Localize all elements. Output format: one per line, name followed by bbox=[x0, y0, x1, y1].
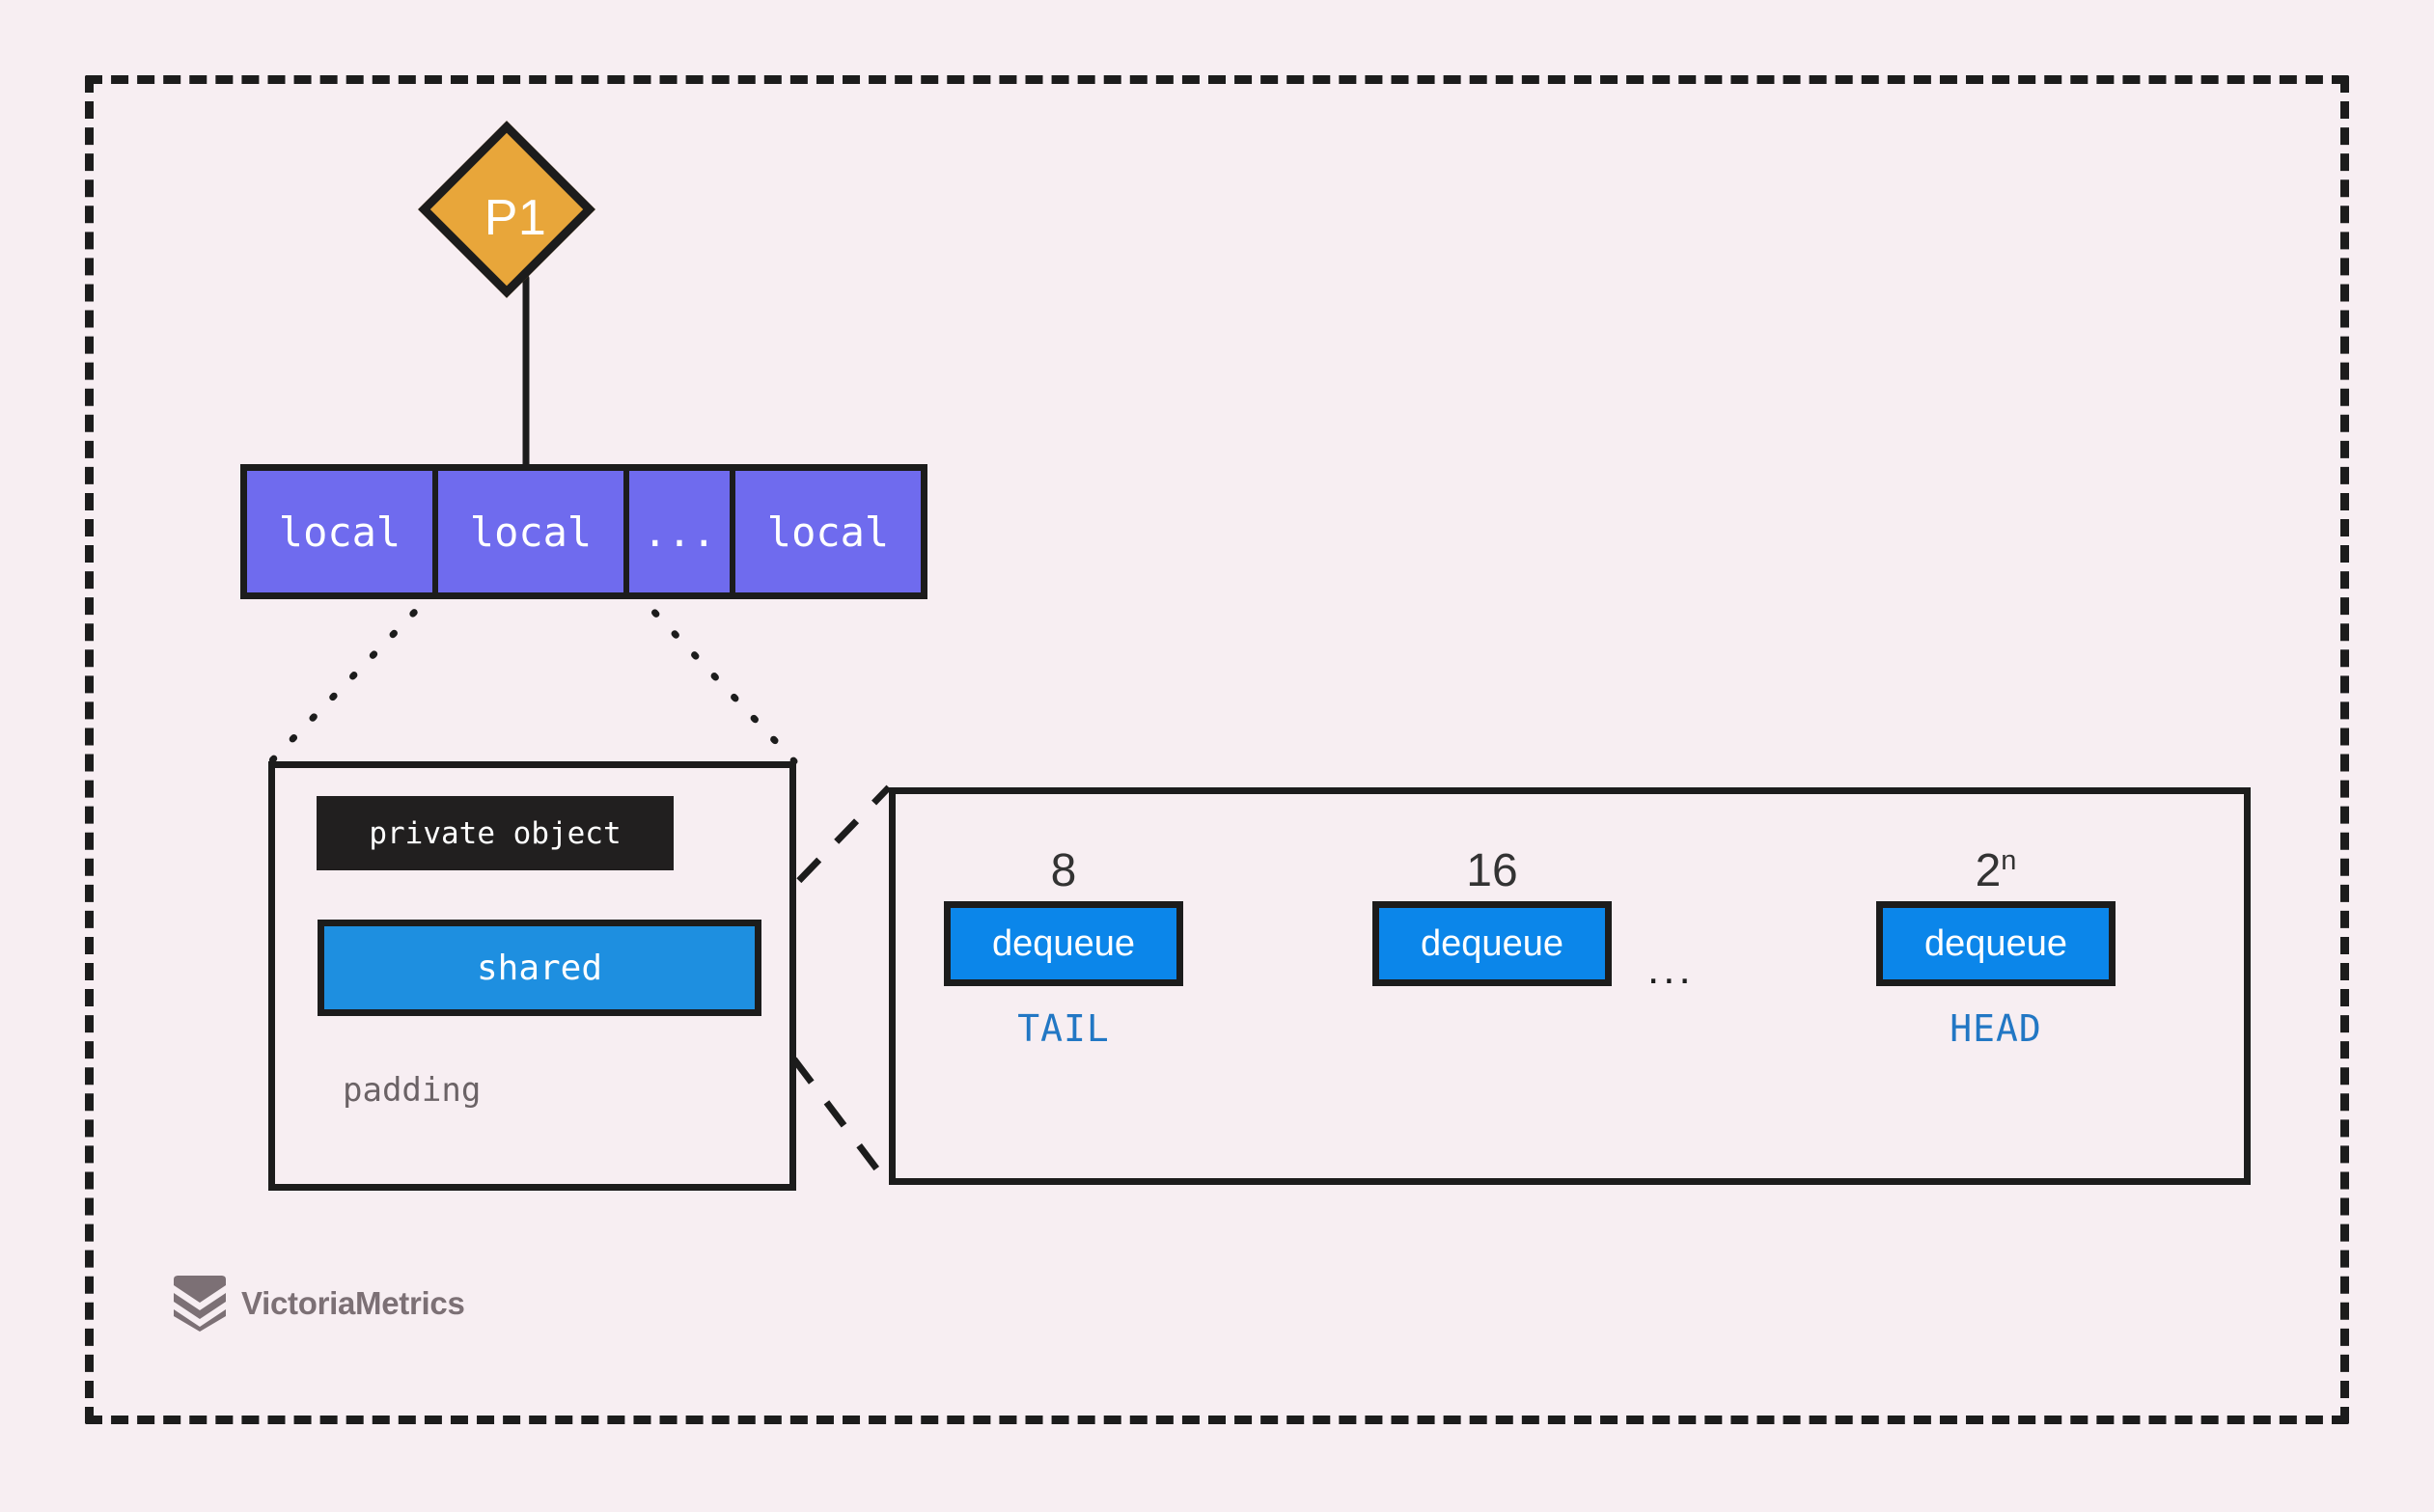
local-slot: local bbox=[735, 471, 921, 592]
local-slot-row: local local ... local bbox=[240, 464, 927, 599]
victoriametrics-chevron-shield-icon bbox=[174, 1276, 226, 1332]
dequeue-position-tag: HEAD bbox=[1950, 1007, 2042, 1050]
dequeue-capacity-label: 2n bbox=[1975, 845, 2017, 896]
padding-label: padding bbox=[343, 1071, 482, 1110]
local-slot-ellipsis: ... bbox=[629, 471, 730, 592]
shared-object-box: shared bbox=[318, 920, 761, 1016]
dequeue-box: dequeue bbox=[1372, 901, 1612, 986]
dequeue-capacity-label: 8 bbox=[1050, 845, 1077, 896]
dequeue-node: 2n dequeue HEAD bbox=[1876, 841, 2116, 1050]
local-slot: local bbox=[247, 471, 432, 592]
dequeue-box: dequeue bbox=[944, 901, 1183, 986]
outer-dashed-frame bbox=[85, 75, 2349, 1424]
brand-logo: VictoriaMetrics bbox=[172, 1274, 465, 1333]
diagram-canvas: P1 local local ... local private object … bbox=[0, 0, 2434, 1512]
local-slot: local bbox=[438, 471, 623, 592]
dequeue-capacity-label: 16 bbox=[1466, 845, 1518, 896]
dequeue-node: 16 dequeue bbox=[1372, 841, 1612, 1007]
dequeue-node: 8 dequeue TAIL bbox=[944, 841, 1183, 1050]
private-object-box: private object bbox=[317, 796, 674, 870]
dequeue-ellipsis: ... bbox=[1647, 946, 1695, 993]
process-node-label: P1 bbox=[484, 190, 547, 246]
brand-name: VictoriaMetrics bbox=[241, 1285, 465, 1321]
dequeue-position-tag: TAIL bbox=[1017, 1007, 1110, 1050]
dequeue-capacity-exponent: n bbox=[2001, 845, 2017, 876]
dequeue-box: dequeue bbox=[1876, 901, 2116, 986]
